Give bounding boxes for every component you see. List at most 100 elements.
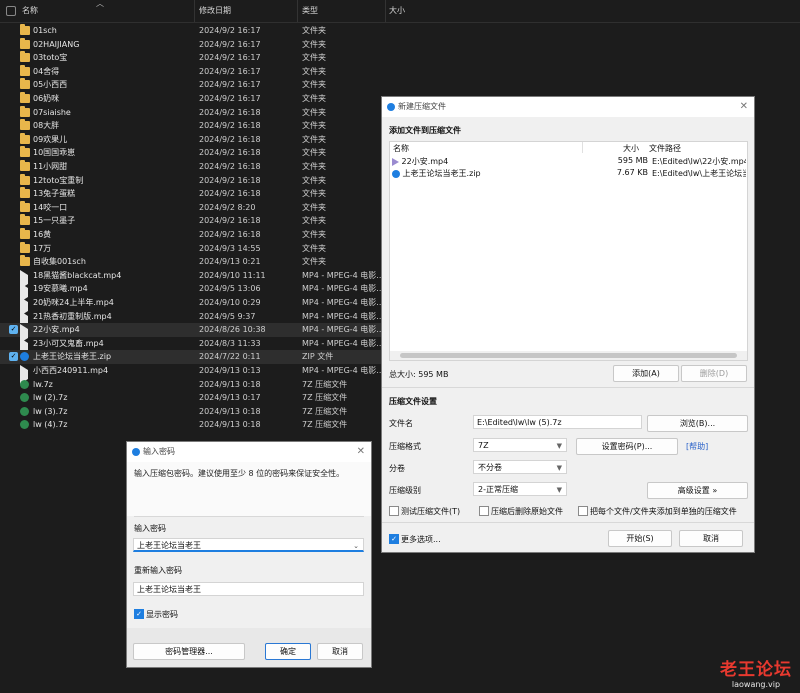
folder-icon <box>20 241 30 253</box>
file-row[interactable]: 18黑猫酱blackcat.mp4 2024/9/10 11:11 MP4 - MP… <box>0 269 386 289</box>
file-type: 文件夹 <box>302 121 326 131</box>
file-row[interactable]: ✓ 22小安.mp4 2024/8/26 10:38 MP4 - MPEG-4 电影.… <box>0 323 386 344</box>
ok-button[interactable]: 确定 <box>265 643 311 660</box>
horizontal-scrollbar[interactable] <box>390 351 747 360</box>
folder-row[interactable]: 17万 2024/9/3 14:55 文件夹 <box>0 241 386 256</box>
test-archive-label[interactable]: 测试压缩文件(T) <box>401 506 460 517</box>
folder-row[interactable]: 03toto宝 2024/9/2 16:17 文件夹 <box>0 51 386 65</box>
select-all-checkbox[interactable] <box>6 6 16 16</box>
scrollbar-thumb[interactable] <box>400 353 737 358</box>
column-type[interactable]: 类型 <box>302 0 318 22</box>
start-button[interactable]: 开始(S) <box>608 530 672 547</box>
file-name: 上老王论坛当老王.zip <box>33 352 112 362</box>
file-name: 自收集001sch <box>33 257 86 267</box>
file-row[interactable]: lw.7z 2024/9/13 0:18 7Z 压缩文件 <box>0 378 386 392</box>
file-name: 05小西西 <box>33 80 68 90</box>
close-icon[interactable]: ✕ <box>740 97 748 117</box>
folder-icon <box>20 214 30 226</box>
folder-row[interactable]: 16黄 2024/9/2 16:18 文件夹 <box>0 228 386 242</box>
more-options-label[interactable]: 更多选项... <box>401 534 441 545</box>
show-password-label[interactable]: 显示密码 <box>146 609 178 620</box>
file-row[interactable]: ✓ 上老王论坛当老王.zip 2024/7/22 0:11 ZIP 文件 <box>0 350 386 364</box>
browse-button[interactable]: 浏览(B)... <box>647 415 748 432</box>
list-item[interactable]: 22小安.mp4 <box>392 156 448 167</box>
split-select[interactable]: 不分卷 ▼ <box>473 460 567 474</box>
file-type: 文件夹 <box>302 134 326 144</box>
test-archive-checkbox[interactable] <box>389 506 399 516</box>
help-link[interactable]: [帮助] <box>686 441 708 452</box>
watermark-url: laowang.vip <box>731 680 781 689</box>
level-select[interactable]: 2-正常压缩 ▼ <box>473 482 567 496</box>
file-name: 14咬一口 <box>33 202 68 212</box>
column-divider[interactable] <box>297 0 298 22</box>
folder-icon <box>20 51 30 63</box>
separate-archives-label[interactable]: 把每个文件/文件夹添加到单独的压缩文件 <box>590 506 737 517</box>
confirm-password-input[interactable]: 上老王论坛当老王 <box>133 582 364 596</box>
folder-row[interactable]: 15一只墨子 2024/9/2 16:18 文件夹 <box>0 214 386 228</box>
close-icon[interactable]: ✕ <box>357 442 365 462</box>
add-button[interactable]: 添加(A) <box>613 365 679 382</box>
advanced-settings-button[interactable]: 高级设置 » <box>647 482 748 499</box>
chevron-down-icon[interactable]: ⌄ <box>353 539 359 550</box>
row-checkbox[interactable]: ✓ <box>9 325 18 335</box>
archive-file-list[interactable]: 名称 大小 文件路径 22小安.mp4 595 MB E:\Edited\lw\… <box>389 141 748 361</box>
cancel-button[interactable]: 取消 <box>679 530 743 547</box>
set-password-button[interactable]: 设置密码(P)... <box>576 438 678 455</box>
cancel-button[interactable]: 取消 <box>317 643 363 660</box>
folder-row[interactable]: 09欢果儿 2024/9/2 16:18 文件夹 <box>0 132 386 147</box>
file-type: 文件夹 <box>302 243 326 253</box>
show-password-checkbox[interactable]: ✓ <box>134 609 144 619</box>
file-type: 文件夹 <box>302 230 326 239</box>
folder-icon <box>20 119 30 131</box>
file-row[interactable]: 23小可又鬼畜.mp4 2024/8/3 11:33 MP4 - MPEG-4 电影… <box>0 337 386 357</box>
separate-archives-checkbox[interactable] <box>578 506 588 516</box>
file-type: MP4 - MPEG-4 电影... <box>302 284 382 294</box>
video-file-icon <box>392 157 399 166</box>
format-select[interactable]: 7Z ▼ <box>473 438 567 452</box>
list-header-name[interactable]: 名称 <box>393 143 409 154</box>
row-checkbox[interactable]: ✓ <box>9 352 18 362</box>
folder-row[interactable]: 07siaishe 2024/9/2 16:18 文件夹 <box>0 105 386 120</box>
file-row[interactable]: 20奶咪24上半年.mp4 2024/9/10 0:29 MP4 - MPEG-4 … <box>0 296 386 316</box>
file-row[interactable]: lw (2).7z 2024/9/13 0:17 7Z 压缩文件 <box>0 391 386 405</box>
reenter-password-label: 重新输入密码 <box>134 566 182 575</box>
folder-row[interactable]: 自收集001sch 2024/9/13 0:21 文件夹 <box>0 255 386 269</box>
column-date[interactable]: 修改日期 <box>199 0 231 22</box>
chevron-down-icon: ▼ <box>556 464 562 472</box>
column-name[interactable]: 名称 <box>22 0 38 22</box>
modified-date: 2024/9/5 13:06 <box>199 284 261 294</box>
filename-input[interactable]: E:\Edited\lw\lw (5).7z <box>473 415 642 429</box>
column-size[interactable]: 大小 <box>389 0 405 22</box>
file-type: MP4 - MPEG-4 电影... <box>302 298 382 307</box>
password-manager-button[interactable]: 密码管理器... <box>133 643 245 660</box>
delete-source-label[interactable]: 压缩后删除原始文件 <box>491 506 563 517</box>
file-row[interactable]: 19安慕曦.mp4 2024/9/5 13:06 MP4 - MPEG-4 电影..… <box>0 282 386 303</box>
folder-row[interactable]: 01sch 2024/9/2 16:17 文件夹 <box>0 24 386 38</box>
password-input[interactable]: 上老王论坛当老王 ⌄ <box>133 538 364 552</box>
folder-row[interactable]: 06奶咪 2024/9/2 16:17 文件夹 <box>0 92 386 106</box>
more-options-checkbox[interactable]: ✓ <box>389 534 399 544</box>
delete-button[interactable]: 删除(D) <box>681 365 747 382</box>
file-row[interactable]: 21热香初重制版.mp4 2024/9/5 9:37 MP4 - MPEG-4 电影… <box>0 310 386 330</box>
folder-row[interactable]: 12toto宝重制 2024/9/2 16:18 文件夹 <box>0 173 386 188</box>
folder-row[interactable]: 02HAIJIANG 2024/9/2 16:17 文件夹 <box>0 37 386 52</box>
file-type: MP4 - MPEG-4 电影... <box>302 270 382 280</box>
folder-row[interactable]: 13兔子蛋糕 2024/9/2 16:18 文件夹 <box>0 187 386 201</box>
folder-row[interactable]: 11小网甜 2024/9/2 16:18 文件夹 <box>0 160 386 174</box>
folder-row[interactable]: 10国国乖崽 2024/9/2 16:18 文件夹 <box>0 146 386 160</box>
file-name: 18黑猫酱blackcat.mp4 <box>33 270 122 280</box>
folder-row[interactable]: 05小西西 2024/9/2 16:17 文件夹 <box>0 78 386 92</box>
folder-row[interactable]: 14咬一口 2024/9/2 8:20 文件夹 <box>0 200 386 215</box>
list-header-path[interactable]: 文件路径 <box>649 143 681 154</box>
column-divider[interactable] <box>385 0 386 22</box>
column-divider[interactable] <box>194 0 195 22</box>
folder-row[interactable]: 08大胖 2024/9/2 16:18 文件夹 <box>0 119 386 133</box>
list-header-size[interactable]: 大小 <box>623 143 639 154</box>
file-row[interactable]: lw (4).7z 2024/9/13 0:18 7Z 压缩文件 <box>0 418 386 432</box>
file-name: 11小网甜 <box>33 162 68 171</box>
folder-row[interactable]: 04舍得 2024/9/2 16:17 文件夹 <box>0 64 386 79</box>
file-row[interactable]: lw (3).7z 2024/9/13 0:18 7Z 压缩文件 <box>0 405 386 419</box>
delete-source-checkbox[interactable] <box>479 506 489 516</box>
file-row[interactable]: 小西西240911.mp4 2024/9/13 0:13 MP4 - MPEG-4 … <box>0 364 386 384</box>
list-item[interactable]: 上老王论坛当老王.zip <box>392 168 481 179</box>
